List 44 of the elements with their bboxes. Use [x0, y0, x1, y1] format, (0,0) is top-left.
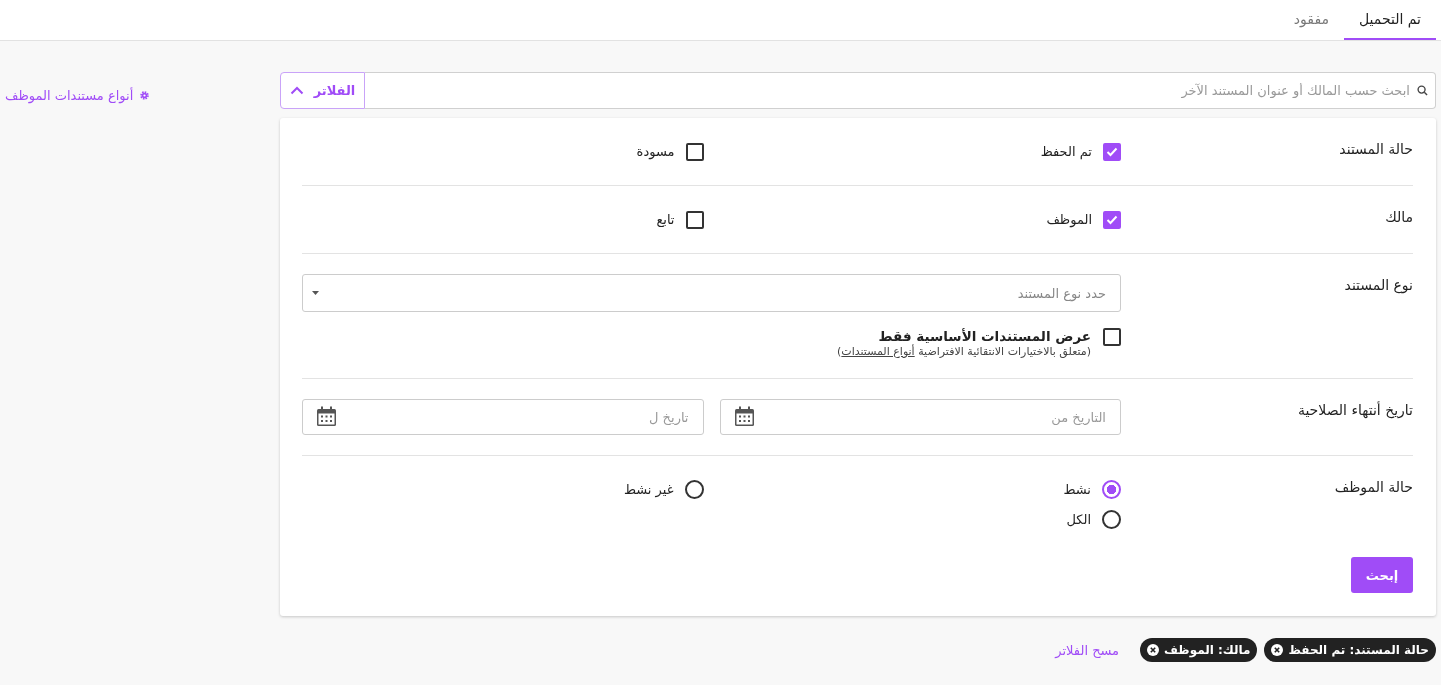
calendar-icon	[316, 406, 337, 427]
document-types-link[interactable]: أنواع مستندات الموظف	[5, 88, 151, 103]
document-types-link[interactable]: أنواع المستندات	[841, 345, 915, 358]
date-field[interactable]: التاريخ من	[719, 399, 1121, 435]
clear-filters-link[interactable]: مسح الفلاتر	[1055, 642, 1120, 658]
filter-label: مالك	[1384, 208, 1413, 227]
tab[interactable]: مفقود	[1278, 0, 1344, 40]
option-label: عرض المستندات الأساسية فقط	[877, 328, 1091, 344]
option-note: (متعلق بالاختيارات الانتقائية الافتراضية أنواع المستندات)	[837, 345, 1091, 358]
date-field[interactable]: تاريخ ل	[302, 399, 704, 435]
chip-label: حالة المستند: تم الحفظ	[1288, 643, 1429, 657]
option-label: الموظف	[1046, 212, 1092, 227]
select-placeholder: حدد نوع المستند	[1017, 285, 1106, 301]
check-icon	[1106, 146, 1118, 157]
filter-label: تاريخ أنتهاء الصلاحية	[1296, 400, 1413, 421]
remove-icon[interactable]	[1147, 644, 1160, 656]
option-label: نشط	[1063, 482, 1091, 497]
filter-label: نوع المستند	[1343, 276, 1413, 296]
caret-icon	[312, 291, 319, 295]
option-label: الكل	[1066, 512, 1091, 527]
remove-icon[interactable]	[1271, 644, 1284, 656]
option-label: مسودة	[636, 144, 675, 159]
filters-toggle-button[interactable]: الفلاتر	[280, 72, 365, 109]
checkbox[interactable]	[1103, 142, 1121, 161]
filter-label: حالة المستند	[1338, 140, 1413, 159]
checkbox[interactable]	[685, 142, 704, 161]
radio-button[interactable]	[1102, 480, 1121, 499]
search-icon	[1417, 85, 1428, 96]
option-label: غير نشط	[623, 482, 674, 497]
document-type-select[interactable]: حدد نوع المستند	[302, 274, 1121, 312]
radio-button[interactable]	[1102, 510, 1121, 529]
chip-label: مالك: الموظف	[1164, 643, 1251, 657]
filter-label: حالة الموظف	[1333, 478, 1413, 498]
option-label: تم الحفظ	[1040, 144, 1092, 159]
checkbox[interactable]	[685, 210, 704, 229]
check-icon	[1106, 214, 1118, 225]
tab[interactable]: تم التحميل	[1344, 0, 1436, 40]
settings-icon	[139, 90, 151, 101]
chevron-icon	[289, 86, 304, 95]
radio-button[interactable]	[684, 480, 704, 499]
checkbox[interactable]	[1103, 210, 1121, 229]
search-button[interactable]: إبحث	[1351, 557, 1413, 593]
option-label: تابع	[656, 212, 675, 227]
checkbox[interactable]	[1103, 328, 1121, 346]
